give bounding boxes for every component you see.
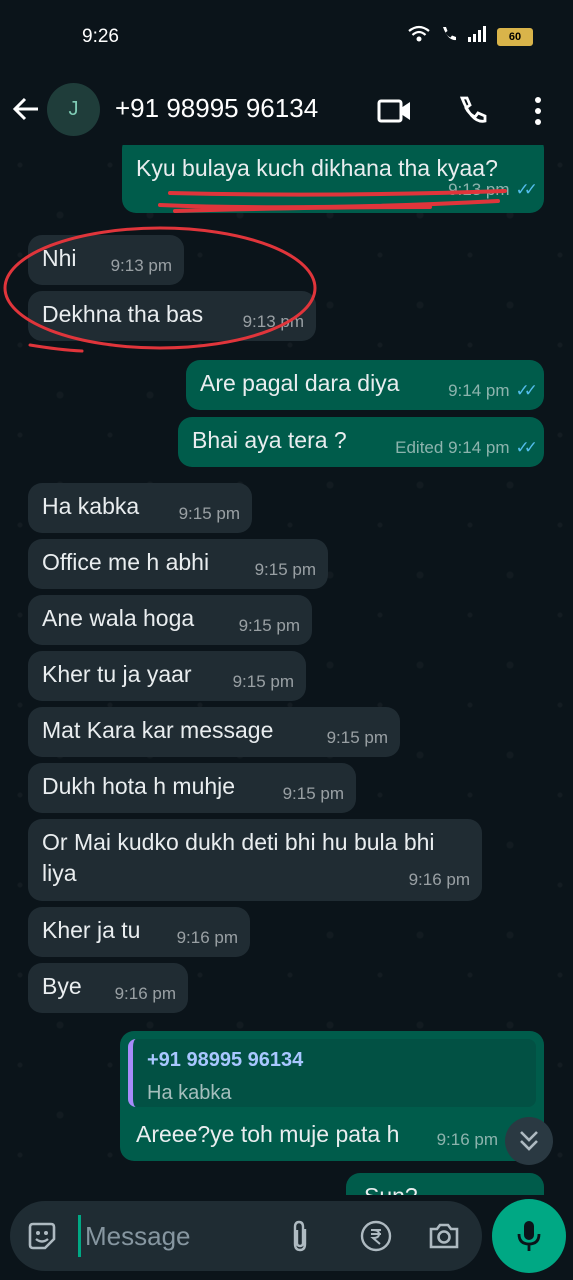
phone-icon[interactable] — [452, 91, 492, 131]
message-input[interactable] — [78, 1215, 268, 1257]
chat-header: J +91 98995 96134 — [0, 75, 573, 145]
message-time: 9:15 pm — [238, 616, 300, 635]
message-meta: 9:15 pm — [327, 722, 388, 753]
wifi-call-icon — [439, 24, 459, 49]
message-bubble[interactable]: Dukh hota h muhje 9:15 pm — [28, 763, 356, 813]
chat-area[interactable]: Kyu bulaya kuch dikhana tha kyaa? 9:13 p… — [0, 145, 573, 1195]
video-call-icon[interactable] — [375, 91, 415, 131]
message-time: 9:16 pm — [176, 928, 238, 947]
mic-button[interactable] — [492, 1199, 566, 1273]
message-meta: 9:15 pm — [283, 778, 344, 809]
message-bubble[interactable]: Ha kabka 9:15 pm — [28, 483, 252, 533]
read-ticks-icon: ✓✓ — [515, 438, 538, 457]
mic-icon — [517, 1221, 541, 1251]
scroll-to-bottom-button[interactable] — [505, 1117, 553, 1165]
quoted-sender: +91 98995 96134 — [147, 1049, 304, 1071]
emoji-icon[interactable] — [22, 1216, 62, 1256]
message-time: Edited 9:14 pm — [395, 438, 510, 457]
message-bubble[interactable]: Kher ja tu 9:16 pm — [28, 907, 250, 957]
double-chevron-down-icon — [520, 1131, 538, 1151]
battery-icon: 60 — [497, 27, 533, 46]
message-time: 9:15 pm — [254, 560, 316, 579]
message-input-bar — [10, 1201, 482, 1271]
message-bubble[interactable]: Or Mai kudko dukh deti bhi hu bula bhi l… — [28, 819, 482, 901]
signal-icon — [467, 25, 489, 48]
message-composer — [0, 1195, 573, 1280]
message-bubble[interactable]: Mat Kara kar message 9:15 pm — [28, 707, 400, 757]
status-bar: 9:26 60 — [0, 0, 573, 75]
red-annotation-drawing — [3, 189, 507, 353]
camera-icon[interactable] — [424, 1216, 464, 1256]
message-meta: 9:16 pm — [115, 978, 176, 1009]
message-meta: 9:15 pm — [233, 666, 294, 697]
message-time: 9:16 pm — [436, 1130, 498, 1149]
message-time: 9:15 pm — [232, 672, 294, 691]
reply-message-bubble[interactable]: +91 98995 96134 Ha kabka Areee?ye toh mu… — [120, 1031, 544, 1161]
message-meta: 9:15 pm — [255, 554, 316, 585]
status-icons: 60 — [407, 24, 533, 49]
avatar[interactable]: J — [47, 83, 100, 136]
back-arrow-icon[interactable] — [8, 89, 44, 129]
message-meta: 9:16 pm — [437, 1124, 498, 1155]
message-time: 9:15 pm — [326, 728, 388, 747]
quoted-message[interactable]: +91 98995 96134 Ha kabka — [128, 1039, 536, 1107]
message-time: 9:15 pm — [178, 504, 240, 523]
message-time: 9:16 pm — [408, 870, 470, 889]
message-bubble[interactable]: Bhai aya tera ? Edited 9:14 pm ✓✓ — [178, 417, 544, 467]
message-text: Areee?ye toh muje pata h — [136, 1121, 400, 1147]
message-bubble[interactable]: Kher tu ja yaar 9:15 pm — [28, 651, 306, 701]
contact-name[interactable]: +91 98995 96134 — [115, 93, 318, 124]
message-text: Sun? — [364, 1181, 530, 1195]
message-meta: 9:15 pm — [179, 498, 240, 529]
attach-icon[interactable] — [280, 1216, 320, 1256]
message-bubble[interactable]: Bye 9:16 pm — [28, 963, 188, 1013]
message-time: 9:15 pm — [282, 784, 344, 803]
message-text: Or Mai kudko dukh deti bhi hu bula bhi l… — [42, 829, 435, 886]
message-bubble[interactable]: Sun? — [346, 1173, 544, 1195]
message-bubble[interactable]: Office me h abhi 9:15 pm — [28, 539, 328, 589]
more-options-icon[interactable] — [518, 91, 558, 131]
wifi-icon — [407, 24, 431, 49]
quoted-text: Ha kabka — [147, 1082, 232, 1104]
message-meta: 9:16 pm — [177, 922, 238, 953]
message-meta: 9:15 pm — [239, 610, 300, 641]
message-time: 9:16 pm — [114, 984, 176, 1003]
rupee-icon[interactable] — [356, 1216, 396, 1256]
message-meta: Edited 9:14 pm ✓✓ — [395, 432, 538, 463]
status-time: 9:26 — [82, 26, 119, 47]
message-bubble[interactable]: Ane wala hoga 9:15 pm — [28, 595, 312, 645]
message-meta: 9:16 pm — [409, 864, 470, 895]
